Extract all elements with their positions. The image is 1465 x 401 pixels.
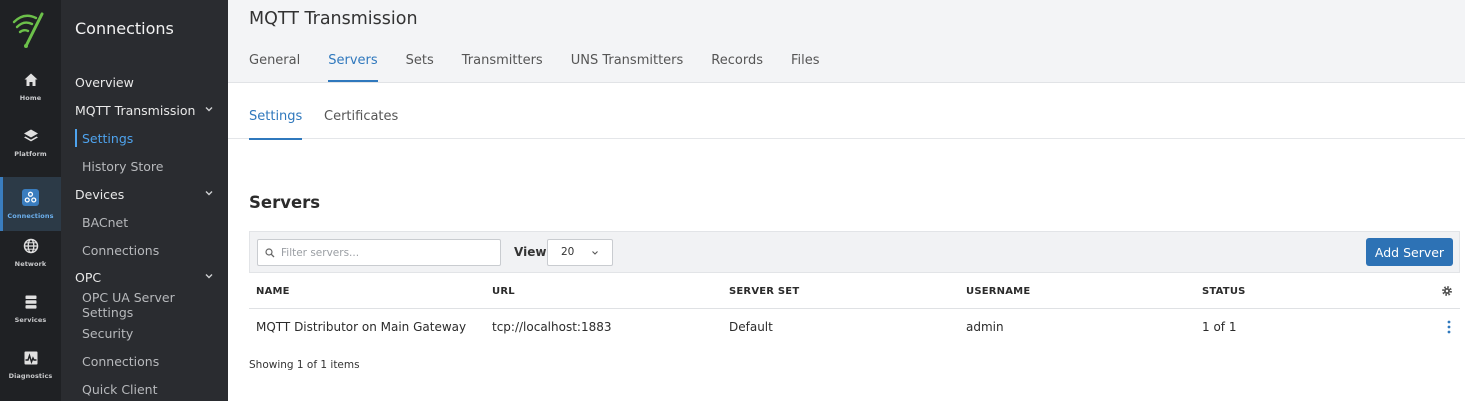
pagination-summary: Showing 1 of 1 items <box>249 359 360 371</box>
tab-files[interactable]: Files <box>791 52 820 83</box>
layers-icon <box>23 128 39 144</box>
page-header: MQTT Transmission General Servers Sets T… <box>228 0 1465 83</box>
secondary-tabs: Settings Certificates <box>228 83 1465 140</box>
cell-status: 1 of 1 <box>1202 320 1237 334</box>
page-size-value: 20 <box>561 246 575 258</box>
primary-tabs: General Servers Sets Transmitters UNS Tr… <box>249 52 848 83</box>
section-title: Servers <box>249 193 321 212</box>
nav-label: OPC <box>75 269 102 285</box>
nav-label: BACnet <box>82 214 129 230</box>
nav-item-history-store[interactable]: History Store <box>61 154 228 178</box>
table-row[interactable]: MQTT Distributor on Main Gateway tcp://l… <box>249 309 1460 345</box>
rail-label-services: Services <box>14 316 47 324</box>
table-toolbar: View 20 Add Server <box>249 231 1460 273</box>
server-icon <box>23 294 39 310</box>
rail-home[interactable]: Home <box>0 60 61 114</box>
nav-item-device-connections[interactable]: Connections <box>61 238 228 262</box>
gear-icon[interactable] <box>1441 285 1453 297</box>
tab-servers[interactable]: Servers <box>328 52 379 83</box>
cell-server-set: Default <box>729 320 773 334</box>
filter-box <box>257 239 501 266</box>
page-size-select[interactable]: 20 <box>547 239 613 266</box>
cell-url: tcp://localhost:1883 <box>492 320 612 334</box>
nav-item-quick-client[interactable]: Quick Client <box>61 377 228 401</box>
nav-item-bacnet[interactable]: BACnet <box>61 210 228 234</box>
nav-item-security[interactable]: Security <box>61 321 228 345</box>
cell-username: admin <box>966 320 1004 334</box>
main-content: MQTT Transmission General Servers Sets T… <box>228 0 1465 401</box>
nav-label: MQTT Transmission <box>75 102 196 118</box>
nav-item-overview[interactable]: Overview <box>61 70 228 94</box>
column-header-server-set[interactable]: SERVER SET <box>729 286 799 297</box>
rail-platform[interactable]: Platform <box>0 116 61 170</box>
rail-label-diagnostics: Diagnostics <box>8 372 53 380</box>
subtab-settings[interactable]: Settings <box>249 109 303 140</box>
tab-sets[interactable]: Sets <box>406 52 434 83</box>
chevron-down-icon <box>592 251 598 255</box>
nav-label: History Store <box>82 158 164 174</box>
rail-label-connections: Connections <box>7 211 54 220</box>
view-label: View <box>514 245 547 259</box>
pulse-icon <box>23 350 39 366</box>
nav-label: Connections <box>82 353 160 369</box>
column-header-username[interactable]: USERNAME <box>966 286 1030 297</box>
nav-item-settings[interactable]: Settings <box>61 126 228 150</box>
tab-records[interactable]: Records <box>711 52 763 83</box>
secondary-nav: Connections Overview MQTT Transmission S… <box>61 0 228 401</box>
app-logo[interactable] <box>6 8 54 50</box>
nav-label: Devices <box>75 186 125 202</box>
nav-label: Connections <box>82 242 160 258</box>
nav-label: Quick Client <box>82 381 158 397</box>
nav-item-opc[interactable]: OPC <box>61 265 228 289</box>
tab-uns-transmitters[interactable]: UNS Transmitters <box>571 52 684 83</box>
nav-item-opc-connections[interactable]: Connections <box>61 349 228 373</box>
nav-label: Overview <box>75 74 134 90</box>
column-header-name[interactable]: NAME <box>256 286 290 297</box>
chevron-down-icon <box>205 274 213 279</box>
nav-item-devices[interactable]: Devices <box>61 182 228 206</box>
rail-label-home: Home <box>19 94 42 102</box>
subtab-certificates[interactable]: Certificates <box>324 109 398 139</box>
tab-transmitters[interactable]: Transmitters <box>462 52 543 83</box>
chevron-down-icon <box>205 107 213 112</box>
filter-servers-input[interactable] <box>281 246 491 259</box>
rail-label-platform: Platform <box>14 150 47 158</box>
cell-name: MQTT Distributor on Main Gateway <box>256 320 467 334</box>
rail-services[interactable]: Services <box>0 282 61 336</box>
home-icon <box>23 72 39 88</box>
column-header-status[interactable]: STATUS <box>1202 286 1246 297</box>
nav-label: Security <box>82 325 134 341</box>
table-header: NAME URL SERVER SET USERNAME STATUS <box>249 273 1460 309</box>
column-header-url[interactable]: URL <box>492 286 515 297</box>
connections-icon <box>22 188 39 206</box>
icon-rail: Home Platform Connections Network Servic… <box>0 0 61 401</box>
page-title: MQTT Transmission <box>249 9 418 29</box>
add-server-button[interactable]: Add Server <box>1366 238 1453 266</box>
nav-label: OPC UA Server Settings <box>82 290 175 320</box>
more-vertical-icon[interactable] <box>1447 320 1451 334</box>
tab-general[interactable]: General <box>249 52 300 83</box>
globe-icon <box>23 238 39 254</box>
nav-item-opc-ua-server-settings[interactable]: OPC UA Server Settings <box>61 290 228 320</box>
rail-label-network: Network <box>14 260 47 268</box>
rail-connections[interactable]: Connections <box>0 177 61 231</box>
rail-network[interactable]: Network <box>0 226 61 280</box>
search-icon <box>265 247 275 257</box>
subnav-title: Connections <box>75 19 174 38</box>
rail-diagnostics[interactable]: Diagnostics <box>0 338 61 392</box>
nav-label: Settings <box>82 130 134 146</box>
nav-item-mqtt-transmission[interactable]: MQTT Transmission <box>61 98 228 122</box>
chevron-down-icon <box>205 191 213 196</box>
